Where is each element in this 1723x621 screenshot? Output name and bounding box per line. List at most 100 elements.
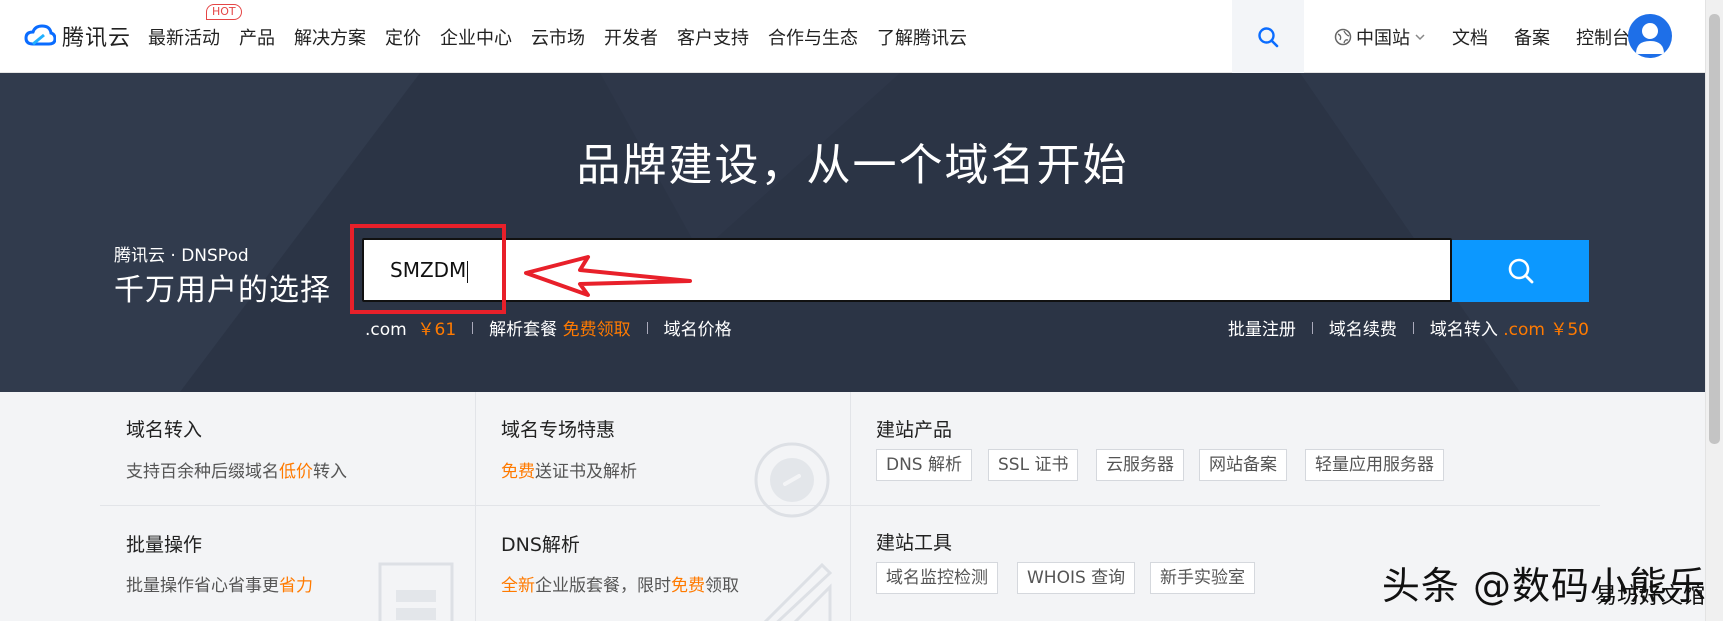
- nav-item-partners[interactable]: 合作与生态: [768, 24, 858, 50]
- watermark-sub: 易坊好文馆: [1594, 584, 1705, 609]
- desc-text: 支持百余种后缀域名: [126, 462, 279, 482]
- region-selector[interactable]: 中国站: [1334, 24, 1426, 50]
- avatar[interactable]: [1628, 14, 1672, 58]
- main-nav: 最新活动 HOT 产品 解决方案 定价 企业中心 云市场 开发者 客户支持 合作…: [148, 0, 986, 73]
- tag-dns-parse[interactable]: DNS 解析: [876, 449, 973, 481]
- brand-slogan: 千万用户的选择: [114, 273, 331, 308]
- domain-search-input[interactable]: SMZDM: [362, 238, 1452, 302]
- parse-label: 解析套餐: [489, 320, 558, 340]
- nav-label: 解决方案: [294, 27, 366, 49]
- desc-text: 领取: [705, 576, 739, 596]
- divider: [472, 321, 474, 334]
- nav-item-solutions[interactable]: 解决方案: [294, 24, 366, 50]
- page-scrollbar[interactable]: [1705, 0, 1723, 621]
- filing-label: 备案: [1514, 27, 1550, 49]
- divider: [1311, 321, 1313, 334]
- tag-domain-monitor[interactable]: 域名监控检测: [876, 562, 998, 594]
- logo-text: 腾讯云: [62, 26, 132, 51]
- tag-beginner-lab[interactable]: 新手实验室: [1150, 562, 1255, 594]
- bulk-register-link[interactable]: 批量注册: [1228, 315, 1296, 340]
- nav-label: 了解腾讯云: [877, 27, 967, 49]
- filing-link[interactable]: 备案: [1514, 24, 1550, 50]
- search-text: SMZDM: [390, 258, 467, 282]
- nav-item-support[interactable]: 客户支持: [677, 24, 749, 50]
- tag-lighthouse-server[interactable]: 轻量应用服务器: [1305, 449, 1444, 481]
- tag-website-filing[interactable]: 网站备案: [1199, 449, 1287, 481]
- console-label: 控制台: [1576, 27, 1630, 49]
- chevron-down-icon: [1415, 33, 1425, 40]
- transfer-label: 域名转入: [1429, 320, 1498, 340]
- tag-cloud-server[interactable]: 云服务器: [1096, 449, 1184, 481]
- com-price: ￥61: [417, 320, 457, 340]
- dns-desc: 全新企业版套餐，限时免费领取: [501, 571, 739, 596]
- parse-free: 免费领取: [562, 320, 631, 340]
- hero-title: 品牌建设，从一个域名开始: [576, 140, 1129, 191]
- search-icon: [1258, 26, 1279, 47]
- desc-highlight: 免费: [671, 576, 705, 596]
- desc-text: 批量操作省心省事更: [126, 576, 279, 596]
- desc-highlight: 全新: [501, 576, 535, 596]
- console-link[interactable]: 控制台: [1576, 24, 1630, 50]
- tag-whois-query[interactable]: WHOIS 查询: [1017, 562, 1136, 594]
- nav-label: 企业中心: [440, 27, 512, 49]
- nav-item-latest-events[interactable]: 最新活动 HOT: [148, 3, 242, 50]
- divider: [850, 392, 851, 621]
- divider: [646, 321, 648, 334]
- docs-link[interactable]: 文档: [1452, 24, 1488, 50]
- nav-label: 云市场: [531, 27, 585, 49]
- bulk-desc: 批量操作省心省事更省力: [126, 571, 313, 596]
- domain-search-button[interactable]: [1452, 240, 1589, 302]
- com-label: .com: [365, 320, 407, 340]
- desc-highlight: 省力: [279, 576, 313, 596]
- divider: [1412, 321, 1414, 334]
- desc-text: 企业版套餐，限时: [535, 576, 671, 596]
- domain-renew-link[interactable]: 域名续费: [1329, 315, 1397, 340]
- parse-package-link[interactable]: 解析套餐 免费领取: [489, 315, 630, 340]
- top-navigation-bar: 腾讯云 最新活动 HOT 产品 解决方案 定价 企业中心 云市场 开发者 客户支…: [0, 0, 1705, 73]
- nav-item-pricing[interactable]: 定价: [385, 24, 421, 50]
- desc-highlight: 免费: [501, 462, 535, 482]
- nav-item-products[interactable]: 产品: [239, 24, 275, 50]
- text-caret: [467, 260, 469, 283]
- nav-item-cloud-market[interactable]: 云市场: [531, 24, 585, 50]
- nav-label: 最新活动: [148, 27, 220, 49]
- tag-ssl-cert[interactable]: SSL 证书: [988, 449, 1079, 481]
- site-products-title: 建站产品: [876, 419, 953, 441]
- desc-text: 送证书及解析: [535, 462, 637, 482]
- transfer-price: .com ￥50: [1503, 320, 1589, 340]
- nav-label: 产品: [239, 27, 275, 49]
- hero-background-pattern: [0, 73, 1705, 392]
- site-tools-title: 建站工具: [876, 532, 953, 554]
- nav-item-about[interactable]: 了解腾讯云: [877, 24, 967, 50]
- scrollbar-thumb[interactable]: [1709, 14, 1720, 444]
- transfer-desc: 支持百余种后缀域名低价转入: [126, 457, 347, 482]
- search-hints-left: .com ￥61 解析套餐 免费领取 域名价格: [365, 315, 732, 340]
- transfer-title[interactable]: 域名转入: [126, 415, 202, 442]
- bulk-title[interactable]: 批量操作: [126, 530, 202, 557]
- dns-title[interactable]: DNS解析: [501, 530, 580, 557]
- divider: [475, 392, 476, 621]
- desc-text: 转入: [313, 462, 347, 482]
- nav-item-developers[interactable]: 开发者: [604, 24, 658, 50]
- special-offer-title[interactable]: 域名专场特惠: [501, 415, 615, 442]
- search-hints-right: 批量注册 域名续费 域名转入 .com ￥50: [1228, 315, 1589, 340]
- header-search-button[interactable]: [1232, 0, 1304, 73]
- brand-subtitle: 腾讯云 · DNSPod: [114, 246, 249, 266]
- domain-search-hero: 品牌建设，从一个域名开始 腾讯云 · DNSPod 千万用户的选择 SMZDM …: [0, 73, 1705, 392]
- tencent-cloud-logo[interactable]: 腾讯云: [24, 20, 131, 52]
- cloud-logo-icon: [24, 24, 56, 46]
- nav-label: 合作与生态: [768, 27, 858, 49]
- nav-item-enterprise-center[interactable]: 企业中心: [440, 24, 512, 50]
- divider: [100, 505, 1600, 506]
- nav-label: 客户支持: [677, 27, 749, 49]
- globe-icon: [1334, 28, 1352, 45]
- desc-highlight: 低价: [279, 462, 313, 482]
- region-label: 中国站: [1356, 27, 1410, 49]
- com-promo-link[interactable]: .com ￥61: [365, 315, 456, 340]
- search-input-value: SMZDM: [390, 258, 469, 283]
- nav-label: 开发者: [604, 27, 658, 49]
- domain-price-link[interactable]: 域名价格: [664, 315, 732, 340]
- nav-label: 定价: [385, 27, 421, 49]
- docs-label: 文档: [1452, 27, 1488, 49]
- domain-transfer-link[interactable]: 域名转入 .com ￥50: [1430, 315, 1589, 340]
